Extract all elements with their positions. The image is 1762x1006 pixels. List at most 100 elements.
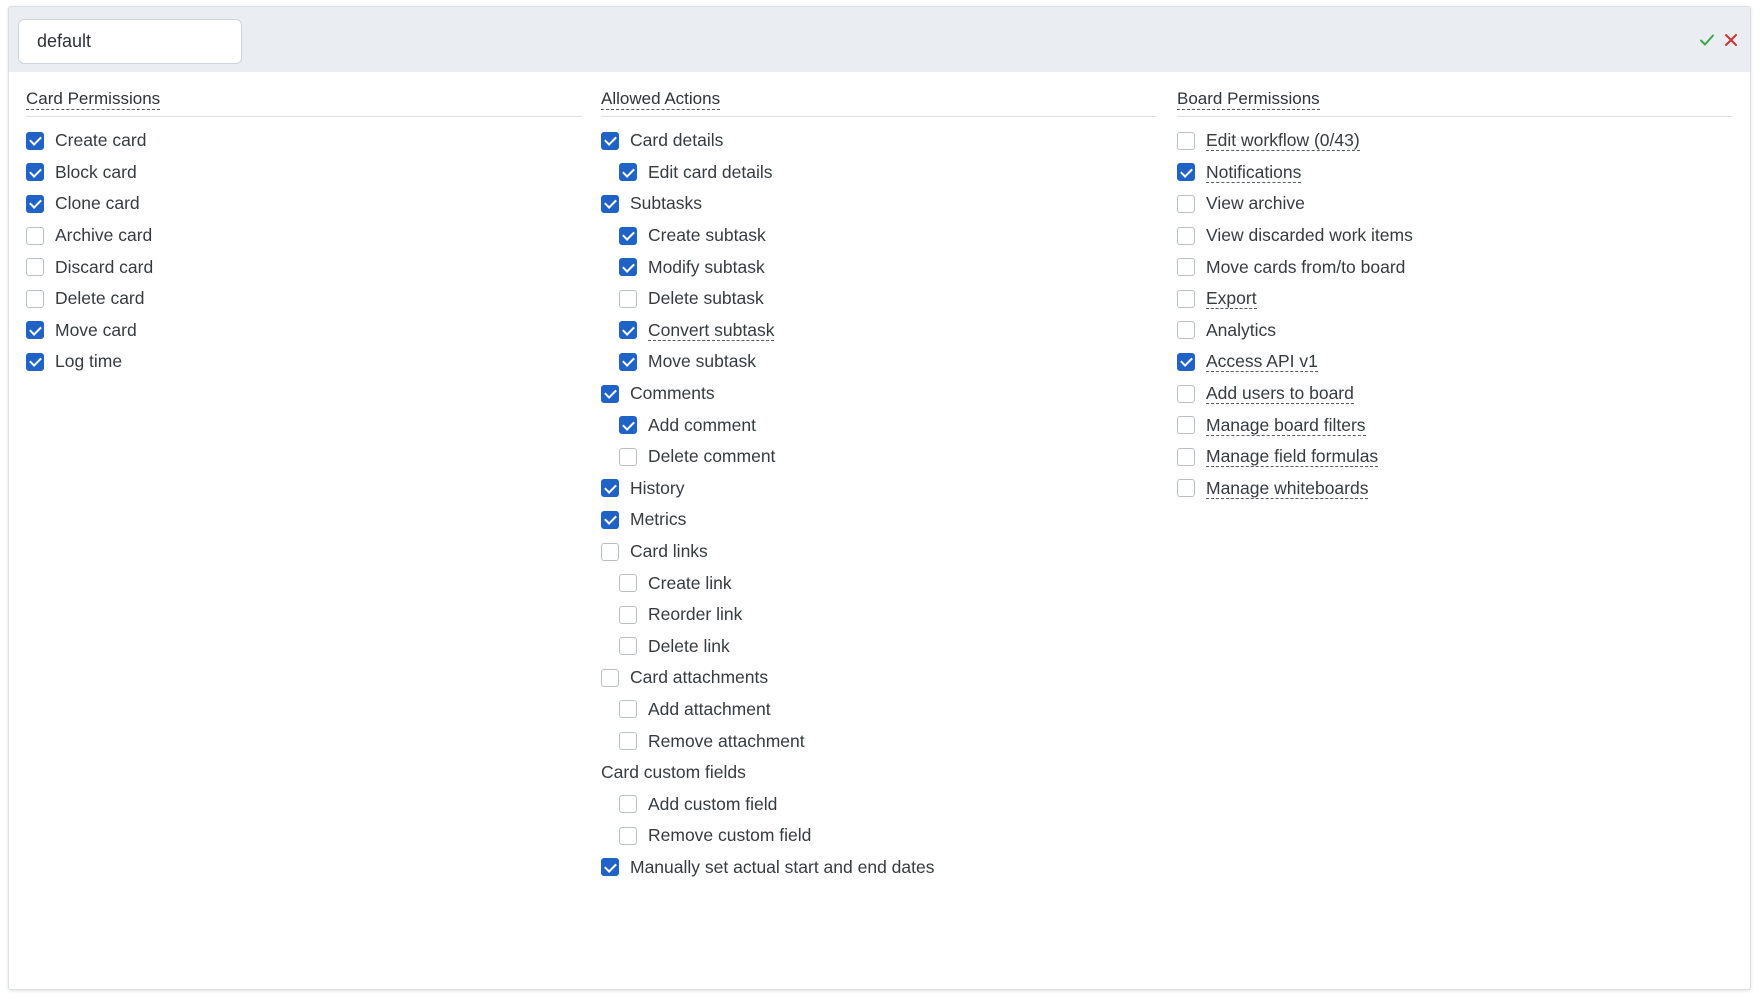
action-remove-custom-field[interactable]: Remove custom field bbox=[601, 820, 1157, 852]
checkbox[interactable] bbox=[619, 258, 637, 277]
item-label: Subtasks bbox=[630, 193, 702, 214]
board-analytics[interactable]: Analytics bbox=[1177, 315, 1733, 347]
checkbox[interactable] bbox=[619, 321, 637, 340]
action-delete-subtask[interactable]: Delete subtask bbox=[601, 283, 1157, 315]
checkbox[interactable] bbox=[601, 384, 619, 403]
confirm-button[interactable] bbox=[1694, 27, 1720, 53]
action-metrics[interactable]: Metrics bbox=[601, 504, 1157, 536]
action-modify-subtask[interactable]: Modify subtask bbox=[601, 251, 1157, 283]
item-label: Log time bbox=[55, 351, 123, 372]
item-label: Create link bbox=[648, 572, 732, 593]
perm-clone-card[interactable]: Clone card bbox=[26, 188, 582, 220]
checkbox[interactable] bbox=[1177, 258, 1195, 277]
item-label: Move cards from/to board bbox=[1206, 256, 1406, 277]
checkbox[interactable] bbox=[26, 131, 44, 150]
checkbox[interactable] bbox=[619, 416, 637, 435]
checkbox[interactable] bbox=[26, 289, 44, 308]
action-add-custom-field[interactable]: Add custom field bbox=[601, 788, 1157, 820]
perm-move-card[interactable]: Move card bbox=[26, 315, 582, 347]
board-export[interactable]: Export bbox=[1177, 283, 1733, 315]
checkbox[interactable] bbox=[1177, 289, 1195, 308]
board-manage-whiteboards[interactable]: Manage whiteboards bbox=[1177, 473, 1733, 505]
board-access-api[interactable]: Access API v1 bbox=[1177, 346, 1733, 378]
checkbox[interactable] bbox=[619, 605, 637, 624]
checkbox[interactable] bbox=[1177, 352, 1195, 371]
board-permissions-column: Board Permissions Edit workflow (0/43) N… bbox=[1177, 89, 1733, 504]
action-history[interactable]: History bbox=[601, 473, 1157, 505]
perm-discard-card[interactable]: Discard card bbox=[26, 251, 582, 283]
checkbox[interactable] bbox=[601, 510, 619, 529]
checkbox[interactable] bbox=[619, 637, 637, 656]
action-manual-dates[interactable]: Manually set actual start and end dates bbox=[601, 852, 1157, 884]
checkbox[interactable] bbox=[26, 352, 44, 371]
checkbox[interactable] bbox=[26, 194, 44, 213]
item-label: Notifications bbox=[1206, 161, 1302, 183]
action-card-details[interactable]: Card details bbox=[601, 125, 1157, 157]
action-add-attachment[interactable]: Add attachment bbox=[601, 694, 1157, 726]
checkbox[interactable] bbox=[619, 732, 637, 751]
checkbox[interactable] bbox=[601, 668, 619, 687]
board-manage-filters[interactable]: Manage board filters bbox=[1177, 409, 1733, 441]
action-add-comment[interactable]: Add comment bbox=[601, 409, 1157, 441]
action-edit-card-details[interactable]: Edit card details bbox=[601, 157, 1157, 189]
action-comments[interactable]: Comments bbox=[601, 378, 1157, 410]
action-reorder-link[interactable]: Reorder link bbox=[601, 599, 1157, 631]
close-icon bbox=[1725, 34, 1737, 46]
checkbox[interactable] bbox=[26, 226, 44, 245]
action-delete-link[interactable]: Delete link bbox=[601, 631, 1157, 663]
action-convert-subtask[interactable]: Convert subtask bbox=[601, 315, 1157, 347]
perm-log-time[interactable]: Log time bbox=[26, 346, 582, 378]
checkbox[interactable] bbox=[1177, 321, 1195, 340]
checkbox[interactable] bbox=[1177, 384, 1195, 403]
action-create-link[interactable]: Create link bbox=[601, 567, 1157, 599]
action-move-subtask[interactable]: Move subtask bbox=[601, 346, 1157, 378]
checkbox[interactable] bbox=[1177, 226, 1195, 245]
checkbox[interactable] bbox=[619, 226, 637, 245]
checkbox[interactable] bbox=[1177, 479, 1195, 498]
checkbox[interactable] bbox=[26, 321, 44, 340]
checkbox[interactable] bbox=[619, 352, 637, 371]
board-notifications[interactable]: Notifications bbox=[1177, 157, 1733, 189]
item-label: Clone card bbox=[55, 193, 140, 214]
action-card-attachments[interactable]: Card attachments bbox=[601, 662, 1157, 694]
action-card-links[interactable]: Card links bbox=[601, 536, 1157, 568]
cancel-button[interactable] bbox=[1718, 27, 1744, 53]
checkbox[interactable] bbox=[601, 479, 619, 498]
checkbox[interactable] bbox=[601, 131, 619, 150]
checkbox[interactable] bbox=[1177, 416, 1195, 435]
action-delete-comment[interactable]: Delete comment bbox=[601, 441, 1157, 473]
checkbox[interactable] bbox=[619, 700, 637, 719]
checkbox[interactable] bbox=[601, 194, 619, 213]
checkbox[interactable] bbox=[619, 163, 637, 182]
board-view-archive[interactable]: View archive bbox=[1177, 188, 1733, 220]
checkbox[interactable] bbox=[1177, 447, 1195, 466]
checkbox[interactable] bbox=[1177, 194, 1195, 213]
checkbox[interactable] bbox=[619, 289, 637, 308]
item-label: Manually set actual start and end dates bbox=[630, 856, 935, 877]
checkbox[interactable] bbox=[619, 826, 637, 845]
action-create-subtask[interactable]: Create subtask bbox=[601, 220, 1157, 252]
board-add-users[interactable]: Add users to board bbox=[1177, 378, 1733, 410]
perm-archive-card[interactable]: Archive card bbox=[26, 220, 582, 252]
board-manage-formulas[interactable]: Manage field formulas bbox=[1177, 441, 1733, 473]
action-subtasks[interactable]: Subtasks bbox=[601, 188, 1157, 220]
checkbox[interactable] bbox=[619, 447, 637, 466]
board-view-discarded[interactable]: View discarded work items bbox=[1177, 220, 1733, 252]
checkbox[interactable] bbox=[1177, 163, 1195, 182]
checkbox[interactable] bbox=[601, 542, 619, 561]
perm-block-card[interactable]: Block card bbox=[26, 157, 582, 189]
board-move-cards[interactable]: Move cards from/to board bbox=[1177, 251, 1733, 283]
perm-delete-card[interactable]: Delete card bbox=[26, 283, 582, 315]
action-remove-attachment[interactable]: Remove attachment bbox=[601, 725, 1157, 757]
item-label: Add custom field bbox=[648, 793, 778, 814]
checkbox[interactable] bbox=[26, 163, 44, 182]
permissions-panel: Card Permissions Create card Block card … bbox=[8, 6, 1751, 990]
checkbox[interactable] bbox=[619, 795, 637, 814]
checkbox[interactable] bbox=[619, 574, 637, 593]
checkbox[interactable] bbox=[26, 258, 44, 277]
checkbox[interactable] bbox=[601, 858, 619, 877]
board-edit-workflow[interactable]: Edit workflow (0/43) bbox=[1177, 125, 1733, 157]
checkbox[interactable] bbox=[1177, 131, 1195, 150]
role-name-input[interactable] bbox=[18, 19, 242, 64]
perm-create-card[interactable]: Create card bbox=[26, 125, 582, 157]
